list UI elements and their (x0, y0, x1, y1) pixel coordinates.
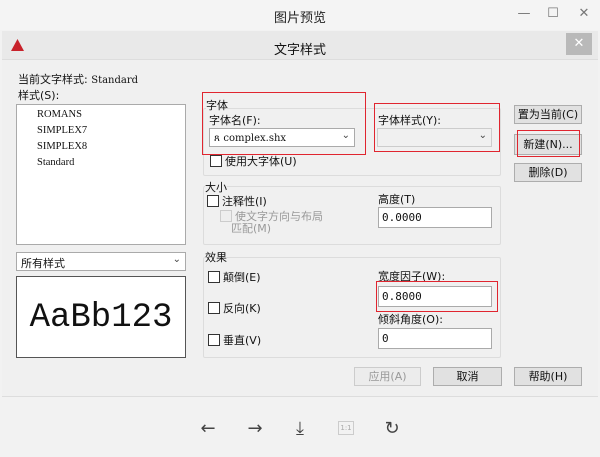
checkbox[interactable] (208, 334, 220, 346)
highlight-width-factor (376, 281, 498, 312)
help-button[interactable]: 帮助(H) (514, 367, 582, 386)
arrow-right-icon[interactable]: → (243, 418, 267, 439)
big-font-label: 使用大字体(U) (225, 155, 297, 168)
oblique-angle-input[interactable]: 0 (378, 328, 492, 349)
current-style-label: 当前文字样式: (18, 73, 88, 86)
vertical-checkbox[interactable]: 垂直(V) (208, 332, 261, 348)
backwards-checkbox[interactable]: 反向(K) (208, 300, 261, 316)
checkbox[interactable] (210, 155, 222, 167)
list-item[interactable]: Standard (37, 157, 74, 168)
annotative-label: 注释性(I) (222, 195, 267, 208)
styles-list[interactable]: ROMANS SIMPLEX7 SIMPLEX8 Standard (16, 104, 186, 245)
current-style-value: Standard (91, 75, 139, 86)
checkbox[interactable] (208, 271, 220, 283)
match-layout-label-2: 匹配(M) (231, 222, 272, 235)
minimize-button[interactable]: — (514, 6, 534, 21)
delete-button[interactable]: 删除(D) (514, 163, 582, 182)
height-input[interactable]: 0.0000 (378, 207, 492, 228)
dialog-title: 文字样式 (273, 43, 326, 58)
current-style-row: 当前文字样式: Standard (18, 71, 138, 87)
list-item[interactable]: SIMPLEX7 (37, 125, 87, 136)
style-filter-select[interactable]: 所有样式 ⌄ (16, 252, 186, 271)
effects-group-label: 效果 (205, 249, 227, 265)
rotate-icon[interactable]: ↻ (380, 418, 404, 439)
big-font-checkbox[interactable]: 使用大字体(U) (210, 153, 297, 169)
highlight-new-button (517, 130, 580, 157)
style-preview: AaBb123 (16, 276, 186, 358)
style-filter-value: 所有样式 (21, 257, 65, 270)
match-layout-checkbox[interactable]: 使文字方向与布局 匹配(M) (220, 210, 323, 235)
backwards-label: 反向(K) (223, 302, 261, 315)
upside-down-label: 颠倒(E) (223, 271, 261, 284)
styles-label: 样式(S): (18, 89, 60, 102)
list-item[interactable]: SIMPLEX8 (37, 141, 87, 152)
highlight-font-name (202, 92, 366, 155)
set-current-button[interactable]: 置为当前(C) (514, 105, 582, 124)
arrow-left-icon[interactable]: ← (196, 418, 220, 439)
window-close-button[interactable]: ✕ (574, 6, 594, 21)
apply-button[interactable]: 应用(A) (354, 367, 421, 386)
chevron-down-icon: ⌄ (172, 254, 181, 265)
window-title: 图片预览 (273, 11, 326, 26)
checkbox[interactable] (207, 195, 219, 207)
list-item[interactable]: ROMANS (37, 109, 82, 120)
checkbox[interactable] (220, 210, 232, 222)
dialog-close-button[interactable]: ✕ (566, 33, 592, 55)
upside-down-checkbox[interactable]: 颠倒(E) (208, 269, 261, 285)
cancel-button[interactable]: 取消 (433, 367, 502, 386)
highlight-font-style (374, 103, 500, 152)
actual-size-icon[interactable]: 1:1 (338, 421, 354, 435)
annotative-checkbox[interactable]: 注释性(I) (207, 193, 267, 209)
vertical-label: 垂直(V) (223, 334, 262, 347)
height-label: 高度(T) (378, 193, 416, 206)
oblique-angle-label: 倾斜角度(O): (378, 313, 443, 326)
maximize-button[interactable]: ☐ (543, 6, 563, 21)
checkbox[interactable] (208, 302, 220, 314)
download-icon[interactable]: ⤓ (288, 418, 312, 439)
